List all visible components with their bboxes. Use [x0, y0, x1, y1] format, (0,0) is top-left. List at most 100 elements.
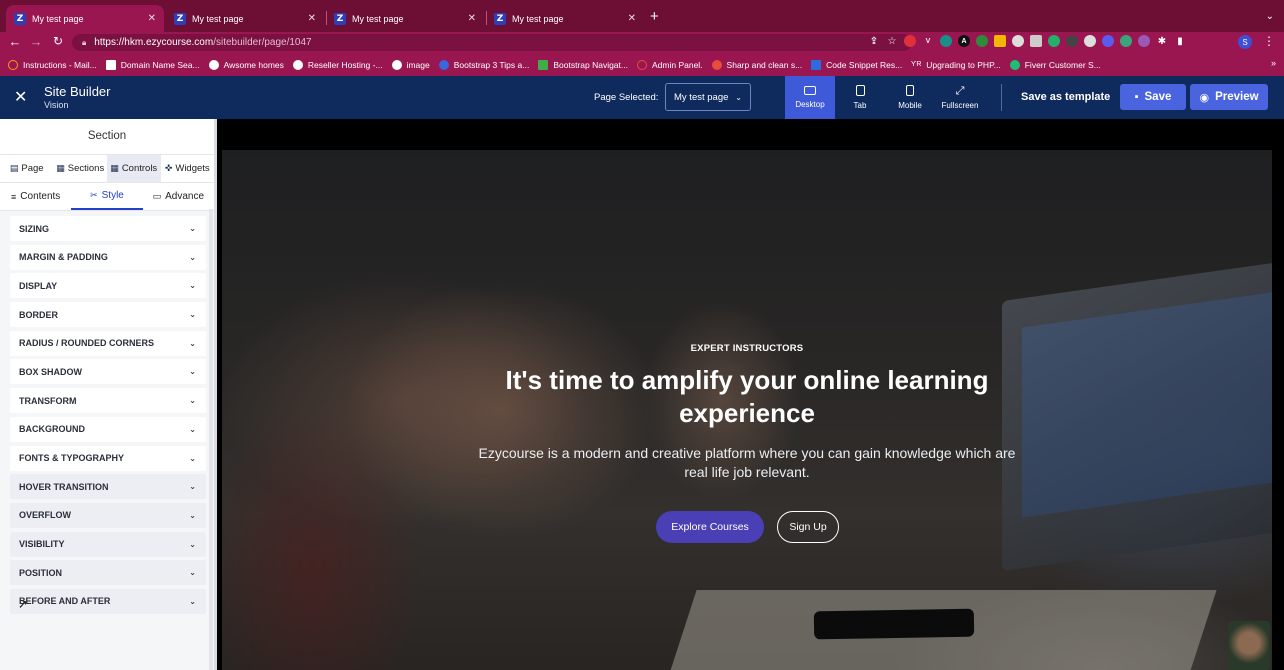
extension-violet-icon[interactable] — [1138, 35, 1150, 47]
bookmarks-overflow-icon[interactable]: » — [1271, 58, 1276, 68]
accordion-sizing[interactable]: SIZING ⌄ — [10, 216, 206, 241]
accordion-background[interactable]: BACKGROUND ⌄ — [10, 416, 206, 442]
tab-advance[interactable]: ▭ Advance — [143, 183, 214, 210]
bookmark-item[interactable]: Bootstrap Navigat... — [538, 59, 628, 70]
mouse-cursor-icon: ➚ — [18, 597, 29, 611]
page-canvas: EXPERT INSTRUCTORS It's time to amplify … — [220, 119, 1284, 670]
browser-tab-2[interactable]: Z My test page ✕ — [166, 5, 324, 32]
bookmark-item[interactable]: Sharp and clean s... — [711, 59, 802, 70]
bookmark-item[interactable]: Reseller Hosting -... — [292, 59, 383, 70]
profile-avatar[interactable]: S — [1238, 35, 1252, 49]
preview-button[interactable]: ◉ Preview — [1190, 84, 1268, 110]
w-icon — [538, 59, 549, 70]
tab-title: My test page — [32, 13, 84, 24]
extension-ghost-icon[interactable] — [1084, 35, 1096, 47]
accordion-before-after[interactable]: BEFORE AND AFTER ⌄ — [10, 588, 206, 614]
close-tab-icon[interactable]: ✕ — [308, 13, 316, 24]
accordion-fonts-typography[interactable]: FONTS & TYPOGRAPHY ⌄ — [10, 445, 206, 471]
side-panel-icon[interactable]: ▮ — [1174, 35, 1186, 47]
tab-title: My test page — [512, 13, 564, 24]
extension-grid-icon[interactable] — [1030, 35, 1042, 47]
reload-icon[interactable]: ↻ — [50, 34, 66, 48]
grammarly-icon[interactable] — [1048, 35, 1060, 47]
tab-page[interactable]: ▤ Page — [0, 155, 54, 182]
sections-icon: ▦ — [56, 163, 65, 173]
browser-tab-1[interactable]: Z My test page ✕ — [6, 5, 164, 32]
extension-a-icon[interactable]: A — [958, 35, 970, 47]
bookmark-item[interactable]: image — [391, 59, 430, 70]
panel-scrollbar[interactable] — [209, 209, 213, 670]
new-tab-button[interactable]: + — [650, 8, 659, 25]
bookmark-item[interactable]: Admin Panel. — [636, 59, 703, 70]
chevron-down-icon: ⌄ — [189, 482, 196, 492]
tab-style[interactable]: ✂ Style — [71, 183, 143, 210]
extension-white-icon[interactable] — [1012, 35, 1024, 47]
accordion-margin-padding[interactable]: MARGIN & PADDING ⌄ — [10, 244, 206, 270]
panel-heading: Section — [0, 119, 214, 155]
explore-courses-button[interactable]: Explore Courses — [656, 511, 764, 543]
extensions-puzzle-icon[interactable]: ✱ — [1156, 35, 1168, 47]
expand-icon: ⤢ — [955, 85, 965, 97]
device-fullscreen-button[interactable]: ⤢ Fullscreen — [935, 76, 985, 119]
tab-controls[interactable]: ▦ Controls — [107, 155, 161, 182]
share-icon[interactable]: ⇪ — [868, 35, 880, 47]
extension-green-icon[interactable] — [976, 35, 988, 47]
hero-section[interactable]: EXPERT INSTRUCTORS It's time to amplify … — [222, 150, 1272, 670]
extension-dark-icon[interactable] — [1066, 35, 1078, 47]
extension-purple-icon[interactable] — [1102, 35, 1114, 47]
tab-contents[interactable]: ≡ Contents — [0, 183, 71, 210]
accordion-display[interactable]: DISPLAY ⌄ — [10, 273, 206, 299]
device-mobile-button[interactable]: Mobile — [885, 76, 935, 119]
builder-title: Site Builder — [44, 84, 111, 99]
plus-icon — [711, 59, 722, 70]
tab-search-icon[interactable]: ⌄ — [1266, 11, 1274, 22]
accordion-border[interactable]: BORDER ⌄ — [10, 302, 206, 328]
circle-icon — [8, 59, 18, 70]
browser-tab-3[interactable]: Z My test page ✕ — [326, 5, 484, 32]
forward-arrow-icon[interactable]: → — [28, 34, 44, 49]
bookmark-item[interactable]: Instructions - Mail... — [8, 59, 97, 70]
close-tab-icon[interactable]: ✕ — [468, 13, 476, 24]
extension-yellow-icon[interactable] — [994, 35, 1006, 47]
bookmark-item[interactable]: Bootstrap 3 Tips a... — [438, 59, 529, 70]
list-icon: ≡ — [11, 191, 17, 202]
bookmark-star-icon[interactable]: ☆ — [886, 35, 898, 47]
address-bar[interactable]: 🔒︎ https://hkm.ezycourse.com/sitebuilder… — [72, 34, 912, 51]
chevron-down-icon: ⌄ — [189, 338, 196, 348]
accordion-position[interactable]: POSITION ⌄ — [10, 560, 206, 586]
extension-cycle-icon[interactable] — [1120, 35, 1132, 47]
save-button[interactable]: ▪ Save — [1120, 84, 1186, 110]
vue-devtools-icon[interactable]: V — [922, 35, 934, 47]
extension-teal-icon[interactable] — [940, 35, 952, 47]
browser-menu-icon[interactable]: ⋮ — [1263, 34, 1275, 48]
device-tab-button[interactable]: Tab — [835, 76, 885, 119]
tab-sections[interactable]: ▦ Sections — [54, 155, 108, 182]
ezycourse-favicon-icon: Z — [334, 12, 346, 25]
builder-subtitle: Vision — [44, 100, 69, 110]
accordion-box-shadow[interactable]: BOX SHADOW ⌄ — [10, 359, 206, 385]
sign-up-button[interactable]: Sign Up — [777, 511, 839, 543]
accordion-radius[interactable]: RADIUS / ROUNDED CORNERS ⌄ — [10, 330, 206, 356]
bookmark-item[interactable]: Code Snippet Res... — [811, 59, 902, 70]
ezycourse-favicon-icon: Z — [494, 12, 506, 25]
close-tab-icon[interactable]: ✕ — [148, 13, 156, 24]
accordion-transform[interactable]: TRANSFORM ⌄ — [10, 388, 206, 414]
device-desktop-button[interactable]: Desktop — [785, 76, 835, 119]
bookmark-item[interactable]: Fiverr Customer S... — [1009, 59, 1101, 70]
save-as-template-button[interactable]: Save as template — [1021, 91, 1110, 103]
browser-toolbar: ← → ↻ 🔒︎ https://hkm.ezycourse.com/siteb… — [0, 32, 1284, 53]
chevron-down-icon: ⌄ — [189, 424, 196, 434]
bookmark-item[interactable]: Domain Name Sea... — [105, 59, 200, 70]
back-arrow-icon[interactable]: ← — [7, 34, 23, 49]
browser-tab-4[interactable]: Z My test page ✕ — [486, 5, 644, 32]
extension-red-icon[interactable] — [904, 35, 916, 47]
bookmark-item[interactable]: Awsome homes — [208, 59, 284, 70]
accordion-hover-transition[interactable]: HOVER TRANSITION ⌄ — [10, 474, 206, 500]
page-select-dropdown[interactable]: My test page ⌄ — [665, 83, 751, 111]
accordion-overflow[interactable]: OVERFLOW ⌄ — [10, 502, 206, 528]
tab-widgets[interactable]: ✜ Widgets — [161, 155, 215, 182]
close-icon[interactable]: ✕ — [14, 87, 27, 107]
close-tab-icon[interactable]: ✕ — [628, 13, 636, 24]
bookmark-item[interactable]: ƳR Upgrading to PHP... — [911, 60, 1001, 70]
accordion-visibility[interactable]: VISIBILITY ⌄ — [10, 531, 206, 557]
